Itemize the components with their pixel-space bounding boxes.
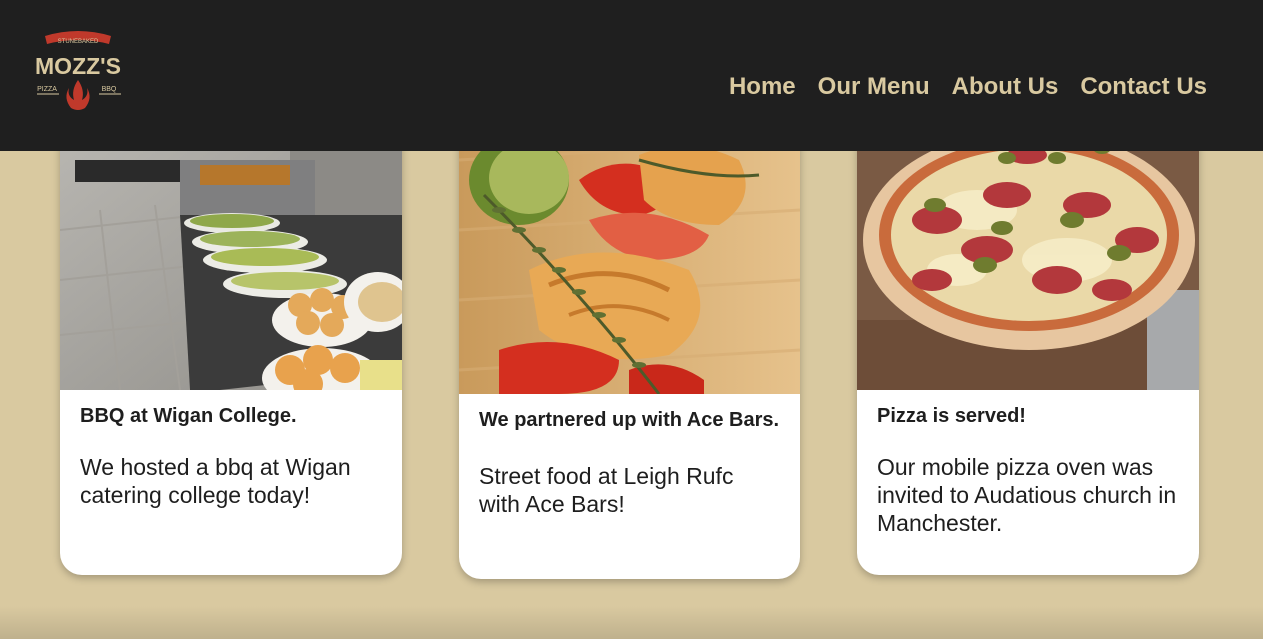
section-bottom-shadow <box>0 606 1263 639</box>
nav-our-menu[interactable]: Our Menu <box>818 72 930 102</box>
post-text: We hosted a bbq at Wigan catering colleg… <box>80 454 351 508</box>
post-title: BBQ at Wigan College. <box>80 405 297 427</box>
nav-home[interactable]: Home <box>729 72 796 102</box>
post-title: Pizza is served! <box>877 405 1026 427</box>
mozzs-logo[interactable]: STUNEBAKED MOZZ'S PIZZA BBQ <box>27 28 129 112</box>
logo-left-word: PIZZA <box>37 86 57 93</box>
post-card-pizza[interactable]: Pizza is served! Our mobile pizza oven w… <box>857 120 1199 575</box>
logo-name: MOZZ'S <box>35 53 121 79</box>
main-nav: Home Our Menu About Us Contact Us <box>729 72 1207 102</box>
pizza-photo <box>857 120 1199 390</box>
post-card-ace-bars[interactable]: We partnered up with Ace Bars. Street fo… <box>459 120 800 579</box>
nav-contact-us[interactable]: Contact Us <box>1080 72 1207 102</box>
site-header: STUNEBAKED MOZZ'S PIZZA BBQ Home Our Men… <box>0 0 1263 151</box>
post-text: Street food at Leigh Rufc with Ace Bars! <box>479 463 734 517</box>
grilled-skewer-photo <box>459 120 800 394</box>
logo-small-text: STUNEBAKED <box>58 39 99 45</box>
post-card-bbq[interactable]: BBQ at Wigan College. We hosted a bbq at… <box>60 120 402 575</box>
post-text: Our mobile pizza oven was invited to Aud… <box>877 454 1177 536</box>
nav-about-us[interactable]: About Us <box>952 72 1059 102</box>
logo-right-word: BBQ <box>102 86 117 93</box>
post-title: We partnered up with Ace Bars. <box>479 409 780 431</box>
page: BBQ at Wigan College. We hosted a bbq at… <box>0 0 1263 639</box>
bbq-buffet-photo <box>60 120 402 390</box>
